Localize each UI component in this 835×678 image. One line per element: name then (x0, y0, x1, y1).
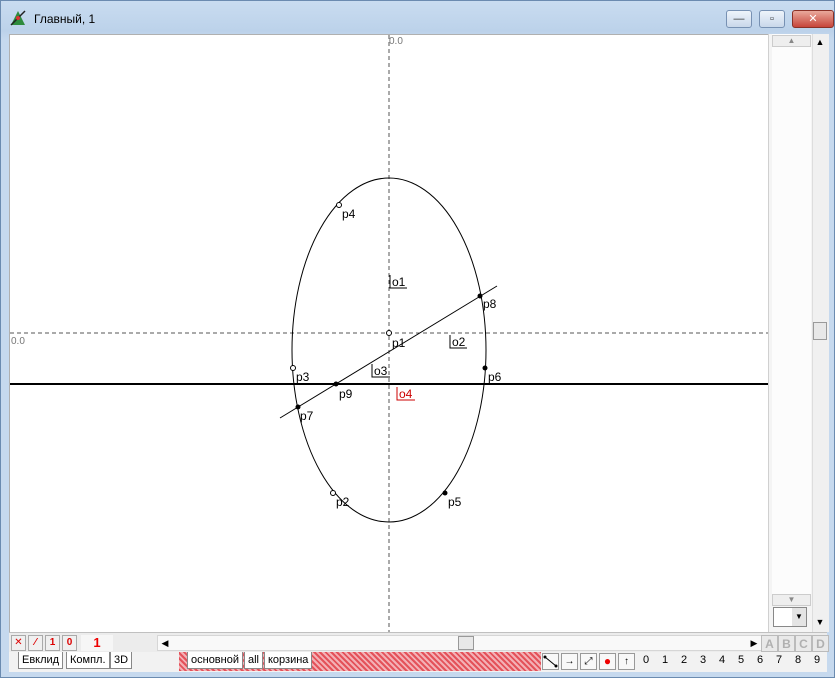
status-bar: ✕ ⁄ 1 0 1 ◀ ▶ A B C D (9, 632, 829, 653)
label-o4: o4 (399, 387, 413, 401)
tab-trash[interactable]: корзина (264, 652, 313, 669)
maximize-button[interactable]: ▫ (759, 10, 785, 28)
button-b[interactable]: B (778, 635, 795, 652)
label-p4: p4 (342, 207, 356, 221)
window-title: Главный, 1 (34, 12, 96, 26)
label-o3: o3 (374, 364, 388, 378)
horizontal-scrollbar[interactable]: ◀ ▶ (157, 635, 762, 651)
digit-3[interactable]: 3 (696, 654, 710, 666)
arrow-up-tool-icon[interactable]: ↑ (618, 653, 635, 670)
point-p5[interactable] (442, 490, 448, 496)
tab-3d[interactable]: 3D (110, 652, 133, 669)
point-p6[interactable] (482, 365, 488, 371)
button-a[interactable]: A (761, 635, 778, 652)
scroll-down-arrow-icon[interactable]: ▼ (812, 614, 828, 630)
red-point-tool-icon[interactable]: ● (599, 653, 616, 670)
digit-5[interactable]: 5 (734, 654, 748, 666)
axis-label-top: 0.0 (389, 36, 403, 47)
one-button[interactable]: 1 (45, 635, 60, 651)
diagonal-arrow-tool-icon[interactable]: ⤢ (580, 653, 597, 670)
tab-bar: Евклид Компл. 3D основной all корзина → … (9, 652, 827, 672)
tab-complex[interactable]: Компл. (66, 652, 110, 669)
label-p8: p8 (483, 297, 497, 311)
label-p5: p5 (448, 495, 462, 509)
button-c[interactable]: C (795, 635, 812, 652)
label-p2: p2 (336, 495, 350, 509)
layer-combo-box[interactable]: ▼ (773, 607, 807, 627)
slash-button[interactable]: ⁄ (28, 635, 43, 651)
delete-button[interactable]: ✕ (11, 635, 26, 651)
axis-label-left: 0.0 (11, 336, 25, 347)
vertical-scroll-panel: ▲ ▼ ▲ ▼ ▼ (768, 34, 829, 632)
scroll-right-arrow-icon[interactable]: ▶ (747, 636, 761, 650)
vertical-scroll-thumb[interactable] (813, 322, 827, 340)
point-p9[interactable] (333, 381, 339, 387)
minimize-button[interactable]: — (726, 10, 752, 28)
arrow-right-tool-icon[interactable]: → (561, 653, 578, 670)
side-scroll-down-icon[interactable]: ▼ (772, 594, 811, 606)
digit-4[interactable]: 4 (715, 654, 729, 666)
side-scroll-up-icon[interactable]: ▲ (772, 35, 811, 47)
main-window: Главный, 1 — ▫ ✕ 0.0 0.0 p4 p1 p3 p2 p8 … (0, 0, 835, 678)
digit-7[interactable]: 7 (772, 654, 786, 666)
drawing-canvas[interactable]: 0.0 0.0 p4 p1 p3 p2 p8 p6 p9 p7 p5 o1 o2… (9, 34, 769, 633)
tab-all[interactable]: all (244, 652, 264, 669)
geometry-drawing[interactable]: 0.0 0.0 p4 p1 p3 p2 p8 p6 p9 p7 p5 o1 o2… (10, 35, 769, 633)
label-p9: p9 (339, 387, 353, 401)
side-panel-track (772, 34, 811, 602)
digit-2[interactable]: 2 (677, 654, 691, 666)
label-p3: p3 (296, 370, 310, 384)
point-p8[interactable] (477, 293, 483, 299)
digit-1[interactable]: 1 (658, 654, 672, 666)
scroll-left-arrow-icon[interactable]: ◀ (158, 636, 172, 650)
slanted-line[interactable] (279, 285, 498, 419)
app-icon (10, 10, 26, 26)
scroll-up-arrow-icon[interactable]: ▲ (812, 34, 828, 50)
segment-tool-icon[interactable] (542, 653, 559, 670)
tab-main[interactable]: основной (187, 652, 243, 669)
label-o2: o2 (452, 335, 466, 349)
layer-number: 1 (81, 635, 113, 651)
title-bar[interactable]: Главный, 1 — ▫ ✕ (1, 1, 834, 35)
label-p7: p7 (300, 409, 314, 423)
digit-0[interactable]: 0 (639, 654, 653, 666)
label-p6: p6 (488, 370, 502, 384)
zero-button[interactable]: 0 (62, 635, 77, 651)
digit-8[interactable]: 8 (791, 654, 805, 666)
digit-9[interactable]: 9 (810, 654, 824, 666)
point-p1[interactable] (386, 330, 392, 336)
point-p3[interactable] (290, 365, 296, 371)
close-button[interactable]: ✕ (792, 10, 834, 28)
label-p1: p1 (392, 336, 406, 350)
button-d[interactable]: D (812, 635, 829, 652)
point-p2[interactable] (330, 490, 336, 496)
chevron-down-icon[interactable]: ▼ (792, 608, 806, 626)
point-p4[interactable] (336, 202, 342, 208)
digit-6[interactable]: 6 (753, 654, 767, 666)
horizontal-scroll-thumb[interactable] (458, 636, 474, 650)
tab-euclid[interactable]: Евклид (18, 652, 64, 669)
label-o1: o1 (392, 275, 406, 289)
